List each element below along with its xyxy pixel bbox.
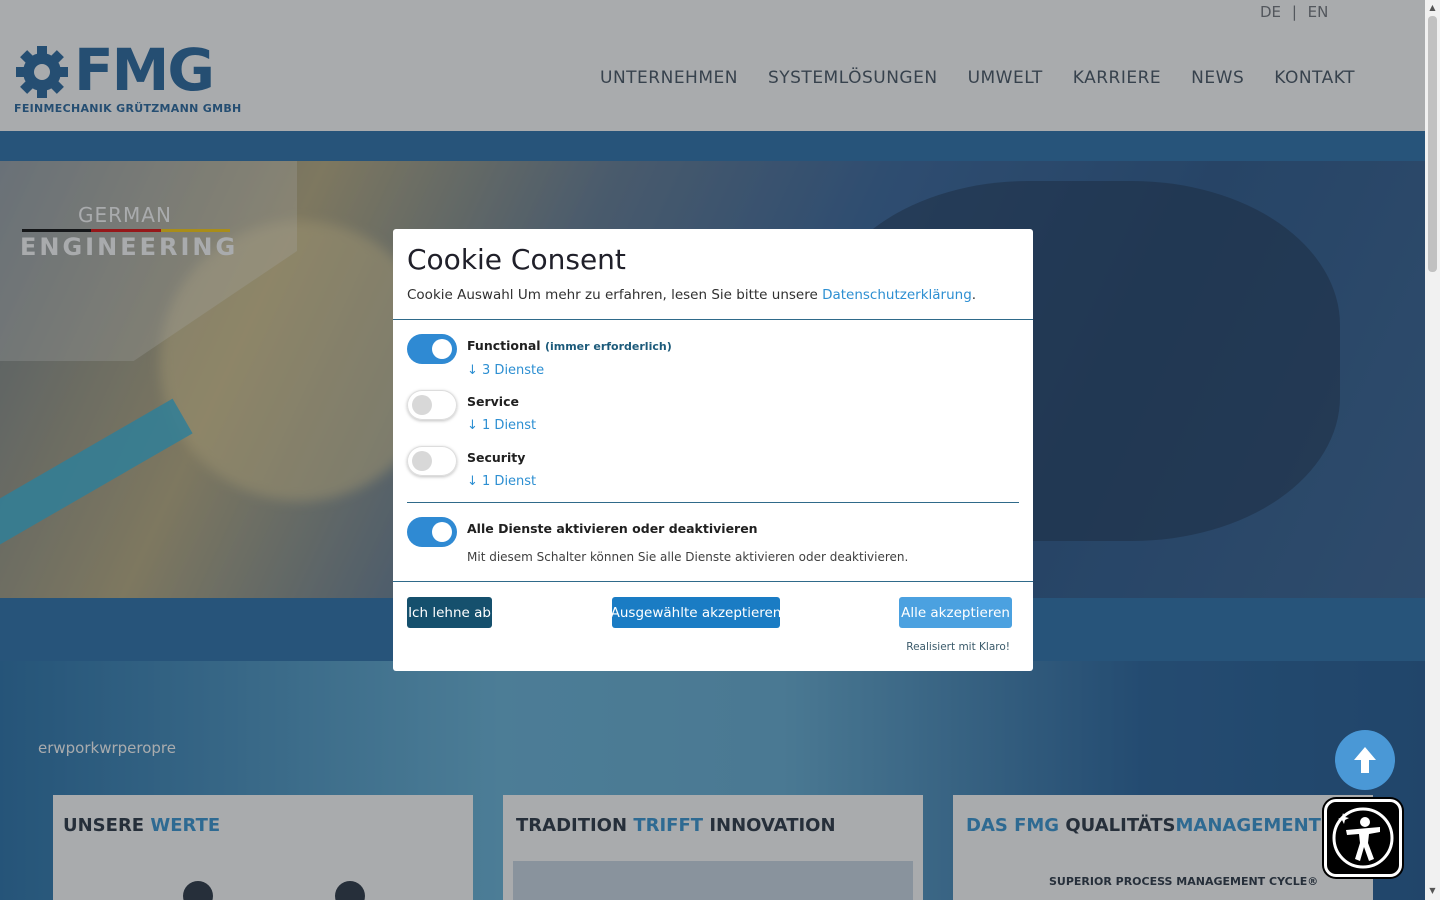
toggle-all-help: Mit diesem Schalter können Sie alle Dien… [467, 550, 909, 564]
modal-description: Cookie Auswahl Um mehr zu erfahren, lese… [407, 287, 976, 303]
scroll-up-arrow-icon[interactable]: ▲ [1428, 3, 1437, 12]
description-end: . [971, 287, 977, 303]
description-text: Cookie Auswahl Um mehr zu erfahren, lese… [407, 287, 823, 303]
toggle-knob [412, 451, 432, 471]
modal-title: Cookie Consent [407, 243, 626, 276]
powered-by-link[interactable]: Realisiert mit Klaro! [906, 641, 1010, 653]
accessibility-button[interactable] [1324, 799, 1402, 877]
toggle-all[interactable] [407, 517, 457, 547]
service-name: Functional [467, 338, 541, 353]
toggle-functional[interactable] [407, 334, 457, 364]
accessibility-icon [1332, 807, 1394, 869]
scrollbar[interactable]: ▲ ▼ [1425, 0, 1440, 900]
toggle-service[interactable] [407, 390, 457, 420]
divider [393, 581, 1033, 582]
service-name: Service [467, 394, 519, 409]
scroll-down-arrow-icon[interactable]: ▼ [1428, 886, 1437, 895]
toggle-knob [432, 522, 452, 542]
accept-all-button[interactable]: Alle akzeptieren [899, 597, 1012, 628]
service-count-link[interactable]: ↓ 1 Dienst [467, 418, 536, 433]
scroll-to-top-button[interactable] [1335, 730, 1395, 790]
decline-button[interactable]: Ich lehne ab [407, 597, 492, 628]
divider [407, 502, 1019, 503]
service-count-link[interactable]: ↓ 3 Dienste [467, 363, 544, 378]
service-count-link[interactable]: ↓ 1 Dienst [467, 474, 536, 489]
divider [393, 319, 1033, 320]
required-note: (immer erforderlich) [544, 340, 672, 353]
toggle-knob [432, 339, 452, 359]
privacy-policy-link[interactable]: Datenschutzerklärung [822, 287, 972, 303]
service-label: Security [467, 450, 525, 465]
service-label: Functional (immer erforderlich) [467, 338, 672, 353]
scrollbar-thumb[interactable] [1428, 16, 1437, 272]
toggle-all-label: Alle Dienste aktivieren oder deaktiviere… [467, 521, 758, 536]
service-label: Service [467, 394, 519, 409]
toggle-knob [412, 395, 432, 415]
cookie-consent-dialog: Cookie Consent Cookie Auswahl Um mehr zu… [393, 229, 1033, 671]
service-name: Security [467, 450, 526, 465]
arrow-up-icon [1354, 747, 1376, 773]
toggle-security[interactable] [407, 446, 457, 476]
accept-selected-button[interactable]: Ausgewählte akzeptieren [611, 597, 781, 628]
